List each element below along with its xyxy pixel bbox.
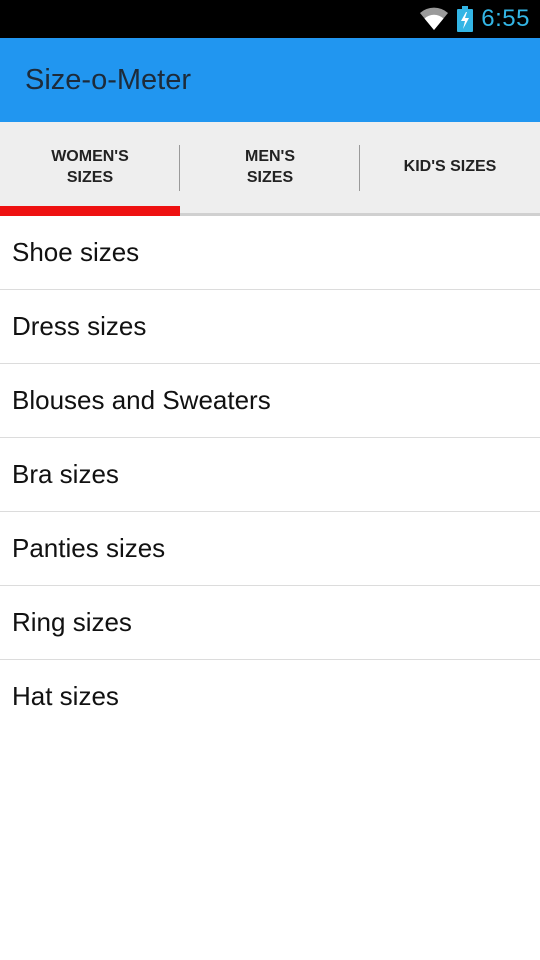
wifi-icon [419, 7, 449, 31]
list-item-label: Hat sizes [12, 681, 119, 711]
size-category-list: Shoe sizes Dress sizes Blouses and Sweat… [0, 216, 540, 733]
status-time: 6:55 [481, 5, 530, 32]
battery-charging-icon [457, 6, 474, 32]
selected-tab-indicator [0, 206, 180, 216]
list-item-panties-sizes[interactable]: Panties sizes [0, 512, 540, 586]
tab-label: MEN'S SIZES [244, 147, 296, 186]
list-item-blouses-and-sweaters[interactable]: Blouses and Sweaters [0, 364, 540, 438]
list-item-dress-sizes[interactable]: Dress sizes [0, 290, 540, 364]
tab-label: KID'S SIZES [403, 158, 497, 175]
tab-kids-sizes[interactable]: KID'S SIZES [360, 122, 540, 213]
list-item-label: Shoe sizes [12, 237, 140, 267]
tab-bar: WOMEN'S SIZES MEN'S SIZES KID'S SIZES [0, 122, 540, 216]
list-item-label: Bra sizes [12, 459, 119, 489]
tab-label: WOMEN'S SIZES [51, 147, 129, 186]
list-item-bra-sizes[interactable]: Bra sizes [0, 438, 540, 512]
list-item-shoe-sizes[interactable]: Shoe sizes [0, 216, 540, 290]
status-bar: 6:55 [0, 0, 540, 38]
list-item-label: Dress sizes [12, 311, 147, 341]
list-item-label: Blouses and Sweaters [12, 385, 271, 415]
action-bar: Size-o-Meter [0, 38, 540, 122]
list-item-label: Panties sizes [12, 533, 166, 563]
tab-womens-sizes[interactable]: WOMEN'S SIZES [0, 122, 180, 216]
list-item-hat-sizes[interactable]: Hat sizes [0, 660, 540, 733]
tab-mens-sizes[interactable]: MEN'S SIZES [180, 122, 360, 213]
list-item-ring-sizes[interactable]: Ring sizes [0, 586, 540, 660]
app-title: Size-o-Meter [25, 63, 191, 96]
list-item-label: Ring sizes [12, 607, 132, 637]
